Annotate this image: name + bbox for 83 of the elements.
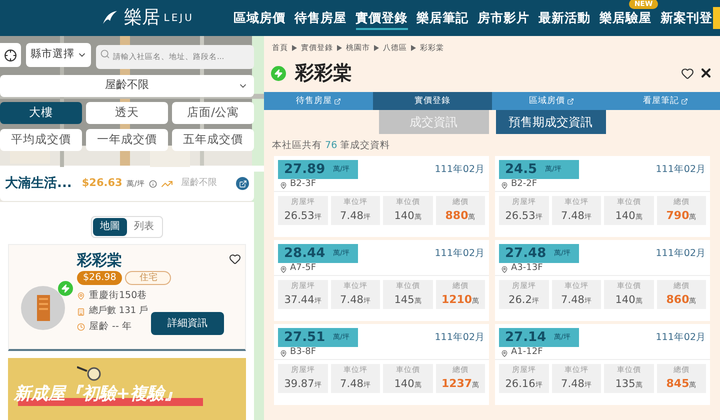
external-link-icon[interactable]	[334, 98, 341, 104]
location-pin-icon	[501, 182, 508, 188]
price-period-button[interactable]: 一年成交價	[86, 128, 168, 150]
transaction-date: 111年02月	[656, 247, 706, 261]
community-card-title: 彩彩棠	[77, 250, 123, 268]
nav-link[interactable]: 樂居驗屋	[600, 10, 652, 30]
favorite-icon[interactable]	[229, 252, 241, 264]
community-price: $26.63	[82, 176, 122, 191]
unit-number: B2-2F	[511, 178, 538, 192]
lightning-badge-icon	[58, 280, 73, 296]
property-type-button[interactable]: 店面/公寓	[172, 102, 254, 124]
county-select[interactable]: 縣市選擇	[26, 43, 91, 68]
unit-number: A1-12F	[511, 346, 543, 360]
price-period-button[interactable]: 平均成交價	[0, 128, 82, 150]
external-link-icon[interactable]	[681, 98, 688, 104]
unit-price-value: 27.48	[505, 244, 546, 263]
subtab-button[interactable]: 預售期成交資訊	[496, 110, 606, 134]
breadcrumb-separator-icon	[337, 45, 342, 51]
locate-button[interactable]	[0, 43, 21, 68]
external-link-icon[interactable]	[567, 98, 574, 104]
type-tag: 住宅	[125, 270, 172, 284]
location-pin-icon	[501, 350, 508, 356]
location-pin-icon	[280, 266, 287, 272]
nav-link[interactable]: 待售房屋	[294, 10, 347, 30]
breadcrumb-separator-icon	[374, 45, 379, 51]
magnifier-icon	[77, 364, 103, 380]
age-label: 屋齡不限	[180, 176, 217, 190]
breadcrumb-separator-icon	[292, 45, 297, 51]
locate-icon	[4, 48, 17, 62]
nav-link[interactable]: 區域房價	[234, 10, 286, 30]
age-select[interactable]: 屋齡不限	[0, 74, 254, 96]
transaction-date: 111年02月	[656, 163, 706, 177]
detail-tab[interactable]: 待售房屋	[296, 94, 332, 108]
property-type-button[interactable]: 大樓	[0, 102, 82, 124]
price-period-button[interactable]: 五年成交價	[172, 128, 254, 150]
transaction-date: 111年02月	[656, 331, 706, 345]
unit-number: B2-3F	[290, 178, 316, 192]
unit-price-value: 27.89	[284, 160, 326, 179]
search-icon	[100, 49, 110, 59]
open-link-icon[interactable]	[236, 177, 249, 190]
unit-price-value: 28.44	[284, 244, 326, 263]
lightning-badge-icon	[271, 66, 286, 80]
clock-icon	[77, 323, 85, 332]
transaction-date: 111年02月	[434, 163, 485, 177]
transaction-date: 111年02月	[434, 331, 485, 345]
logo-text: 樂居	[124, 9, 160, 27]
nav-link[interactable]: 最新活動	[538, 10, 591, 30]
favorite-icon[interactable]	[681, 66, 694, 80]
close-icon[interactable]	[699, 66, 713, 80]
info-icon[interactable]	[148, 180, 157, 188]
nav-link[interactable]: 新案刊登	[660, 10, 713, 30]
location-pin-icon	[280, 182, 287, 188]
view-toggle-tab[interactable]: 列表	[127, 218, 161, 236]
location-pin-icon	[501, 266, 508, 272]
community-name: 大湳生活...	[5, 174, 72, 193]
unit-price-value: 27.14	[505, 328, 546, 347]
unit-number: A7-5F	[290, 262, 316, 276]
nav-link[interactable]: 房市影片	[478, 10, 530, 30]
page-title: 彩彩棠	[295, 60, 352, 86]
households-text: 總戶數 131 戶	[89, 304, 148, 318]
building-drawing	[21, 286, 65, 330]
unit-price-value: 27.51	[284, 328, 326, 347]
unit-price-value: 24.5	[505, 160, 538, 179]
nav-link[interactable]: 樂居筆記	[416, 10, 469, 30]
nav-link[interactable]: 實價登錄	[356, 10, 408, 30]
logo-subtext: LEJU	[164, 12, 194, 26]
detail-tab[interactable]: 區域房價	[529, 94, 565, 108]
unit-number: B3-8F	[290, 346, 316, 360]
header-action-button[interactable]	[712, 7, 720, 29]
property-type-button[interactable]: 透天	[86, 102, 168, 124]
record-count-text: 本社區共有 76 筆成交資料	[271, 139, 392, 153]
address-text: 重慶街150巷	[89, 288, 148, 302]
location-pin-icon	[280, 350, 287, 356]
age-text: 屋齡 -- 年	[89, 320, 132, 334]
location-pin-icon	[77, 292, 85, 300]
price-tag: $26.98	[77, 270, 122, 284]
unit-number: A3-13F	[511, 262, 543, 276]
view-toggle-tab[interactable]: 地圖	[93, 218, 127, 236]
breadcrumb-separator-icon	[411, 45, 416, 51]
building-icon	[77, 308, 85, 316]
details-button[interactable]: 詳細資訊	[151, 312, 224, 334]
transaction-date: 111年02月	[434, 247, 485, 261]
detail-tab[interactable]: 看屋筆記	[643, 94, 679, 108]
